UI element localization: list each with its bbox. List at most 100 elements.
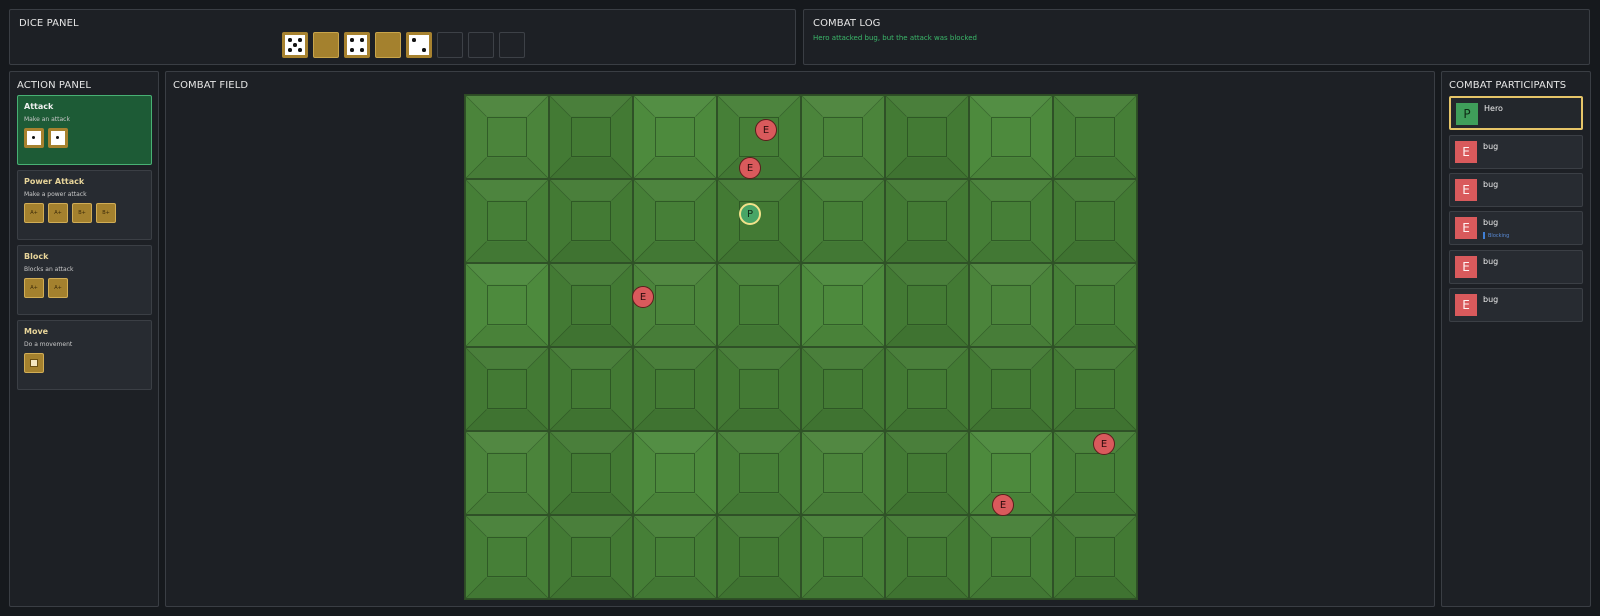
grid-tile[interactable] [801,179,885,263]
action-description: Do a movement [24,341,73,348]
move-die-icon [30,359,38,367]
grid-tile[interactable] [1053,263,1137,347]
die-cost-slot[interactable]: A+ [48,278,68,298]
action-panel: ACTION PANEL Attack Make an attack Power… [9,71,159,607]
used-die[interactable] [375,32,401,58]
grid-tile[interactable] [465,347,549,431]
player-token[interactable]: P [739,203,761,225]
participant-enemy[interactable]: E bug [1449,173,1583,207]
grid-tile[interactable] [633,347,717,431]
die-cost-slot[interactable]: B+ [96,203,116,223]
grid-tile[interactable] [885,179,969,263]
grid-tile[interactable] [717,179,801,263]
die[interactable] [344,32,370,58]
action-panel-title: ACTION PANEL [17,80,92,91]
grid-tile[interactable] [969,347,1053,431]
participant-enemy[interactable]: E bug Blocking [1449,211,1583,245]
grid-tile[interactable] [885,95,969,179]
grid-tile[interactable] [1053,95,1137,179]
enemy-token[interactable]: E [1093,433,1115,455]
die-pip [288,38,292,42]
grid-tile[interactable] [969,263,1053,347]
grid-tile[interactable] [885,263,969,347]
grid-tile[interactable] [717,263,801,347]
grid-tile[interactable] [465,263,549,347]
grid-tile[interactable] [969,179,1053,263]
enemy-avatar: E [1455,217,1477,239]
grid-tile[interactable] [969,515,1053,599]
grid-tile[interactable] [1053,179,1137,263]
die-cost-slot[interactable] [24,353,44,373]
dice-panel: DICE PANEL [9,9,796,65]
grid-tile[interactable] [801,515,885,599]
enemy-avatar: E [1455,294,1477,316]
grid-tile[interactable] [633,515,717,599]
die[interactable] [406,32,432,58]
grid-tile[interactable] [549,347,633,431]
die-pip [360,38,364,42]
combat-participants-panel: COMBAT PARTICIPANTS P Hero E bug E bug E… [1441,71,1591,607]
die-pip [298,38,302,42]
used-die[interactable] [313,32,339,58]
participant-hero[interactable]: P Hero [1449,96,1583,130]
grid-tile[interactable] [717,431,801,515]
grid-tile[interactable] [885,347,969,431]
enemy-avatar: E [1455,141,1477,163]
grid-tile[interactable] [1053,515,1137,599]
grid-tile[interactable] [465,95,549,179]
grid-tile[interactable] [717,515,801,599]
grid-tile[interactable] [801,347,885,431]
grid-tile[interactable] [885,431,969,515]
grid-tile[interactable] [549,179,633,263]
combat-log-entry: Hero attacked bug, but the attack was bl… [813,34,977,42]
enemy-token[interactable]: E [992,494,1014,516]
die[interactable] [282,32,308,58]
action-name: Power Attack [24,177,85,186]
grid-tile[interactable] [465,179,549,263]
empty-die-slot [499,32,525,58]
empty-die-slot [468,32,494,58]
action-cost-slots: A+ A+ [24,278,68,298]
action-move[interactable]: Move Do a movement [17,320,152,390]
combat-log-panel: COMBAT LOG Hero attacked bug, but the at… [803,9,1590,65]
action-name: Block [24,252,49,261]
enemy-token[interactable]: E [755,119,777,141]
grid-tile[interactable] [801,263,885,347]
grid-tile[interactable] [1053,347,1137,431]
combat-field-panel: COMBAT FIELD EEPEEE [165,71,1435,607]
grid-tile[interactable] [633,431,717,515]
die-pip [412,38,416,42]
die-cost-slot[interactable] [24,128,44,148]
grid-tile[interactable] [549,95,633,179]
grid-tile[interactable] [801,431,885,515]
enemy-token[interactable]: E [632,286,654,308]
die-cost-slot[interactable]: A+ [24,278,44,298]
action-power-attack[interactable]: Power Attack Make a power attack A+ A+ B… [17,170,152,240]
grid-tile[interactable] [549,515,633,599]
action-attack[interactable]: Attack Make an attack [17,95,152,165]
grid-tile[interactable] [717,347,801,431]
grid-tile[interactable] [633,95,717,179]
participant-enemy[interactable]: E bug [1449,250,1583,284]
grid-tile[interactable] [633,179,717,263]
dice-row [282,32,525,58]
grid-tile[interactable] [549,263,633,347]
grid-tile[interactable] [969,95,1053,179]
grid-tile[interactable] [465,431,549,515]
empty-die-slot [437,32,463,58]
grid-tile[interactable] [465,515,549,599]
grid-tile[interactable] [549,431,633,515]
action-block[interactable]: Block Blocks an attack A+ A+ [17,245,152,315]
die-cost-slot[interactable]: A+ [24,203,44,223]
die-pip [298,48,302,52]
action-name: Move [24,327,49,336]
die-cost-slot[interactable]: A+ [48,203,68,223]
action-cost-slots [24,353,44,373]
grid-tile[interactable] [801,95,885,179]
participant-enemy[interactable]: E bug [1449,135,1583,169]
grid-tile[interactable] [885,515,969,599]
enemy-token[interactable]: E [739,157,761,179]
die-cost-slot[interactable]: B+ [72,203,92,223]
participant-enemy[interactable]: E bug [1449,288,1583,322]
die-cost-slot[interactable] [48,128,68,148]
